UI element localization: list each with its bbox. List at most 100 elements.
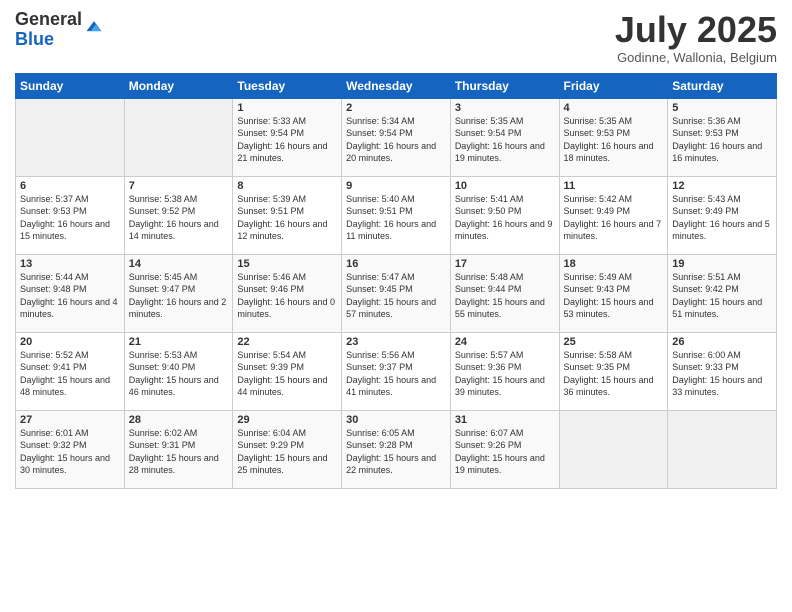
day-info: Sunrise: 5:51 AMSunset: 9:42 PMDaylight:… bbox=[672, 272, 762, 320]
day-info: Sunrise: 5:36 AMSunset: 9:53 PMDaylight:… bbox=[672, 116, 762, 164]
title-area: July 2025 Godinne, Wallonia, Belgium bbox=[615, 10, 777, 65]
day-info: Sunrise: 5:40 AMSunset: 9:51 PMDaylight:… bbox=[346, 194, 436, 242]
table-row: 19 Sunrise: 5:51 AMSunset: 9:42 PMDayligh… bbox=[668, 254, 777, 332]
day-info: Sunrise: 5:46 AMSunset: 9:46 PMDaylight:… bbox=[237, 272, 335, 320]
day-number: 7 bbox=[129, 180, 229, 192]
day-info: Sunrise: 6:01 AMSunset: 9:32 PMDaylight:… bbox=[20, 428, 110, 476]
page-header: General Blue July 2025 Godinne, Wallonia… bbox=[15, 10, 777, 65]
table-row bbox=[124, 98, 233, 176]
table-row: 27 Sunrise: 6:01 AMSunset: 9:32 PMDayligh… bbox=[16, 410, 125, 488]
day-number: 26 bbox=[672, 336, 772, 348]
day-number: 12 bbox=[672, 180, 772, 192]
day-info: Sunrise: 5:44 AMSunset: 9:48 PMDaylight:… bbox=[20, 272, 118, 320]
day-number: 17 bbox=[455, 258, 555, 270]
logo-blue: Blue bbox=[15, 30, 82, 50]
header-tuesday: Tuesday bbox=[233, 73, 342, 98]
day-number: 1 bbox=[237, 102, 337, 114]
day-info: Sunrise: 6:05 AMSunset: 9:28 PMDaylight:… bbox=[346, 428, 436, 476]
day-number: 29 bbox=[237, 414, 337, 426]
table-row: 21Sunrise: 5:53 AMSunset: 9:40 PMDayligh… bbox=[124, 332, 233, 410]
table-row: 23Sunrise: 5:56 AMSunset: 9:37 PMDayligh… bbox=[342, 332, 451, 410]
logo: General Blue bbox=[15, 10, 104, 50]
day-info: Sunrise: 5:37 AMSunset: 9:53 PMDaylight:… bbox=[20, 194, 110, 242]
day-number: 24 bbox=[455, 336, 555, 348]
day-info: Sunrise: 5:58 AMSunset: 9:35 PMDaylight:… bbox=[564, 350, 654, 398]
day-info: Sunrise: 6:00 AMSunset: 9:33 PMDaylight:… bbox=[672, 350, 762, 398]
day-info: Sunrise: 5:42 AMSunset: 9:49 PMDaylight:… bbox=[564, 194, 662, 242]
table-row: 2 Sunrise: 5:34 AMSunset: 9:54 PMDaylight… bbox=[342, 98, 451, 176]
header-thursday: Thursday bbox=[450, 73, 559, 98]
day-info: Sunrise: 5:56 AMSunset: 9:37 PMDaylight:… bbox=[346, 350, 436, 398]
day-info: Sunrise: 5:48 AMSunset: 9:44 PMDaylight:… bbox=[455, 272, 545, 320]
day-info: Sunrise: 5:45 AMSunset: 9:47 PMDaylight:… bbox=[129, 272, 227, 320]
day-number: 31 bbox=[455, 414, 555, 426]
day-number: 14 bbox=[129, 258, 229, 270]
table-row bbox=[559, 410, 668, 488]
table-row: 10 Sunrise: 5:41 AMSunset: 9:50 PMDayligh… bbox=[450, 176, 559, 254]
day-info: Sunrise: 5:52 AMSunset: 9:41 PMDaylight:… bbox=[20, 350, 110, 398]
day-info: Sunrise: 5:49 AMSunset: 9:43 PMDaylight:… bbox=[564, 272, 654, 320]
day-info: Sunrise: 5:53 AMSunset: 9:40 PMDaylight:… bbox=[129, 350, 219, 398]
header-saturday: Saturday bbox=[668, 73, 777, 98]
table-row: 1 Sunrise: 5:33 AMSunset: 9:54 PMDaylight… bbox=[233, 98, 342, 176]
day-info: Sunrise: 6:04 AMSunset: 9:29 PMDaylight:… bbox=[237, 428, 327, 476]
day-info: Sunrise: 5:57 AMSunset: 9:36 PMDaylight:… bbox=[455, 350, 545, 398]
logo-general: General bbox=[15, 10, 82, 30]
location-subtitle: Godinne, Wallonia, Belgium bbox=[615, 50, 777, 65]
day-number: 19 bbox=[672, 258, 772, 270]
day-number: 3 bbox=[455, 102, 555, 114]
day-number: 22 bbox=[237, 336, 337, 348]
day-number: 25 bbox=[564, 336, 664, 348]
table-row: 13Sunrise: 5:44 AMSunset: 9:48 PMDayligh… bbox=[16, 254, 125, 332]
header-monday: Monday bbox=[124, 73, 233, 98]
logo-icon bbox=[84, 17, 104, 37]
table-row: 29 Sunrise: 6:04 AMSunset: 9:29 PMDayligh… bbox=[233, 410, 342, 488]
day-number: 2 bbox=[346, 102, 446, 114]
day-number: 20 bbox=[20, 336, 120, 348]
table-row: 30 Sunrise: 6:05 AMSunset: 9:28 PMDayligh… bbox=[342, 410, 451, 488]
table-row: 25 Sunrise: 5:58 AMSunset: 9:35 PMDayligh… bbox=[559, 332, 668, 410]
day-number: 15 bbox=[237, 258, 337, 270]
table-row: 5 Sunrise: 5:36 AMSunset: 9:53 PMDaylight… bbox=[668, 98, 777, 176]
day-info: Sunrise: 5:38 AMSunset: 9:52 PMDaylight:… bbox=[129, 194, 219, 242]
day-number: 16 bbox=[346, 258, 446, 270]
day-info: Sunrise: 5:35 AMSunset: 9:54 PMDaylight:… bbox=[455, 116, 545, 164]
day-number: 27 bbox=[20, 414, 120, 426]
table-row bbox=[16, 98, 125, 176]
table-row: 26 Sunrise: 6:00 AMSunset: 9:33 PMDayligh… bbox=[668, 332, 777, 410]
table-row: 20 Sunrise: 5:52 AMSunset: 9:41 PMDayligh… bbox=[16, 332, 125, 410]
calendar-table: Sunday Monday Tuesday Wednesday Thursday… bbox=[15, 73, 777, 489]
day-info: Sunrise: 5:54 AMSunset: 9:39 PMDaylight:… bbox=[237, 350, 327, 398]
table-row: 4Sunrise: 5:35 AMSunset: 9:53 PMDaylight… bbox=[559, 98, 668, 176]
day-info: Sunrise: 5:41 AMSunset: 9:50 PMDaylight:… bbox=[455, 194, 553, 242]
table-row: 31 Sunrise: 6:07 AMSunset: 9:26 PMDayligh… bbox=[450, 410, 559, 488]
day-number: 28 bbox=[129, 414, 229, 426]
day-number: 11 bbox=[564, 180, 664, 192]
month-title: July 2025 bbox=[615, 10, 777, 50]
calendar-header: Sunday Monday Tuesday Wednesday Thursday… bbox=[16, 73, 777, 98]
day-number: 30 bbox=[346, 414, 446, 426]
header-wednesday: Wednesday bbox=[342, 73, 451, 98]
day-number: 10 bbox=[455, 180, 555, 192]
table-row: 28 Sunrise: 6:02 AMSunset: 9:31 PMDayligh… bbox=[124, 410, 233, 488]
day-info: Sunrise: 6:02 AMSunset: 9:31 PMDaylight:… bbox=[129, 428, 219, 476]
table-row: 9 Sunrise: 5:40 AMSunset: 9:51 PMDaylight… bbox=[342, 176, 451, 254]
day-info: Sunrise: 5:47 AMSunset: 9:45 PMDaylight:… bbox=[346, 272, 436, 320]
day-number: 8 bbox=[237, 180, 337, 192]
table-row: 24 Sunrise: 5:57 AMSunset: 9:36 PMDayligh… bbox=[450, 332, 559, 410]
table-row: 18 Sunrise: 5:49 AMSunset: 9:43 PMDayligh… bbox=[559, 254, 668, 332]
day-info: Sunrise: 5:34 AMSunset: 9:54 PMDaylight:… bbox=[346, 116, 436, 164]
day-number: 18 bbox=[564, 258, 664, 270]
day-info: Sunrise: 6:07 AMSunset: 9:26 PMDaylight:… bbox=[455, 428, 545, 476]
table-row: 7 Sunrise: 5:38 AMSunset: 9:52 PMDaylight… bbox=[124, 176, 233, 254]
table-row: 8Sunrise: 5:39 AMSunset: 9:51 PMDaylight… bbox=[233, 176, 342, 254]
table-row: 11 Sunrise: 5:42 AMSunset: 9:49 PMDayligh… bbox=[559, 176, 668, 254]
table-row: 6Sunrise: 5:37 AMSunset: 9:53 PMDaylight… bbox=[16, 176, 125, 254]
day-number: 9 bbox=[346, 180, 446, 192]
day-info: Sunrise: 5:35 AMSunset: 9:53 PMDaylight:… bbox=[564, 116, 654, 164]
day-number: 5 bbox=[672, 102, 772, 114]
table-row: 14 Sunrise: 5:45 AMSunset: 9:47 PMDayligh… bbox=[124, 254, 233, 332]
table-row: 22 Sunrise: 5:54 AMSunset: 9:39 PMDayligh… bbox=[233, 332, 342, 410]
day-info: Sunrise: 5:33 AMSunset: 9:54 PMDaylight:… bbox=[237, 116, 327, 164]
table-row: 12Sunrise: 5:43 AMSunset: 9:49 PMDayligh… bbox=[668, 176, 777, 254]
